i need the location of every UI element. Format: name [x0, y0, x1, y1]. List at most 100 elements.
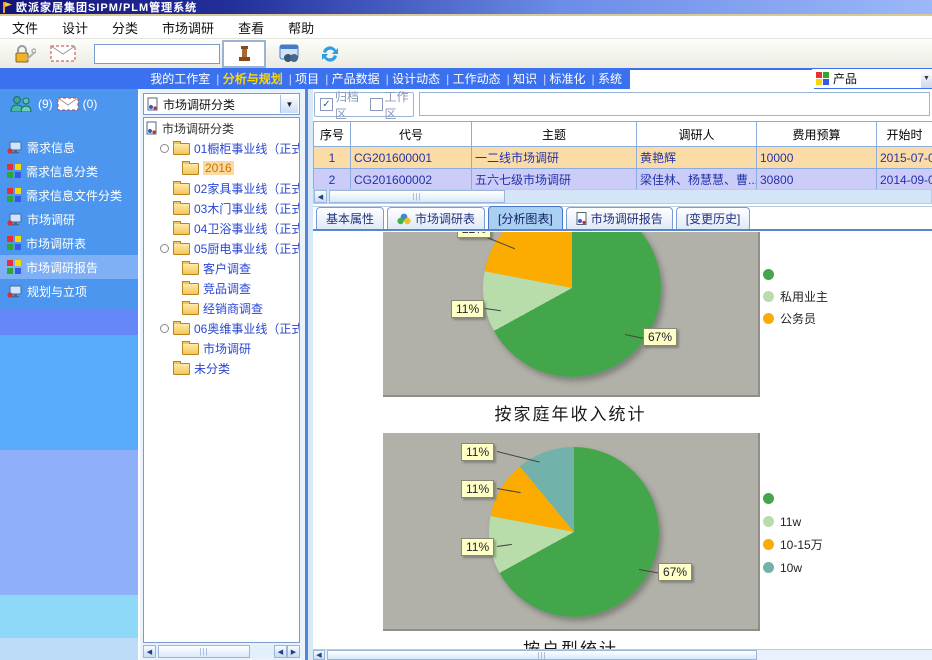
- tree-node-label: 市场调研分类: [162, 120, 234, 137]
- detail-tabs: 基本属性 市场调研表 [分析图表] 市场调研报告 [变更历史]: [313, 206, 932, 231]
- scroll-left-icon[interactable]: ◀: [274, 645, 287, 658]
- chevron-down-icon[interactable]: ▼: [280, 95, 298, 113]
- tree-node[interactable]: 05厨电事业线（正式: [144, 238, 299, 258]
- table-row[interactable]: 2 CG201600002 五六七级市场调研 梁佳林、杨慧慧、曹... 3080…: [314, 169, 932, 191]
- pie-label: 11%: [451, 300, 484, 318]
- nav-knowledge[interactable]: 知识: [504, 70, 540, 87]
- income-pie-chart[interactable]: [483, 232, 661, 377]
- col-budget[interactable]: 费用预算: [757, 122, 877, 147]
- window-search-icon[interactable]: [274, 42, 306, 66]
- sidebar-item-requirement-file-category[interactable]: 需求信息文件分类: [0, 183, 138, 207]
- refresh-icon[interactable]: [314, 42, 346, 66]
- tree-node[interactable]: 03木门事业线（正式: [144, 198, 299, 218]
- tab-analysis-charts[interactable]: [分析图表]: [488, 206, 563, 229]
- col-seq[interactable]: 序号: [314, 122, 351, 147]
- menu-file[interactable]: 文件: [0, 18, 50, 37]
- tree-node[interactable]: 06奥维事业线（正式: [144, 318, 299, 338]
- nav-analysis-planning[interactable]: 分析与规划: [213, 70, 285, 87]
- col-start[interactable]: 开始时: [877, 122, 932, 147]
- nav-work-activity[interactable]: 工作动态: [443, 70, 503, 87]
- message-count: (0): [83, 97, 98, 111]
- tree-expand-handle[interactable]: [160, 244, 169, 253]
- legend-label: 10w: [780, 561, 802, 575]
- lock-key-icon[interactable]: [14, 44, 36, 64]
- sidebar-item-market-research[interactable]: 市场调研: [0, 207, 138, 231]
- scroll-left-icon[interactable]: ◀: [313, 650, 325, 660]
- tab-basic-properties[interactable]: 基本属性: [316, 207, 384, 229]
- sidebar-item-requirement-category[interactable]: 需求信息分类: [0, 159, 138, 183]
- housetype-pie-chart[interactable]: [489, 447, 659, 617]
- scrollbar-thumb[interactable]: |||: [329, 190, 505, 203]
- scrollbar-thumb[interactable]: |||: [158, 645, 250, 658]
- legend-label: 10-15万: [780, 536, 823, 553]
- tree-expand-handle[interactable]: [160, 144, 169, 153]
- tree-node[interactable]: 04卫浴事业线（正式: [144, 218, 299, 238]
- nav-standardization[interactable]: 标准化: [540, 70, 588, 87]
- menu-category[interactable]: 分类: [100, 18, 150, 37]
- users-icon[interactable]: [10, 96, 34, 112]
- seal-stamp-button[interactable]: [222, 40, 266, 68]
- tree-node-label: 06奥维事业线（正式: [194, 320, 300, 337]
- nav-project[interactable]: 项目: [286, 70, 322, 87]
- archive-zone-filter[interactable]: ✓ 归档区: [320, 88, 364, 122]
- sidebar-item-planning[interactable]: 规划与立项: [0, 279, 138, 303]
- cell-subject: 一二线市场调研: [472, 147, 637, 169]
- col-subject[interactable]: 主题: [472, 122, 637, 147]
- toolbar-search-input[interactable]: [94, 44, 220, 64]
- col-researcher[interactable]: 调研人: [637, 122, 757, 147]
- tree-node[interactable]: 客户调查: [144, 258, 299, 278]
- tree-node[interactable]: 经销商调查: [144, 298, 299, 318]
- mail-icon[interactable]: [57, 97, 79, 111]
- category-dropdown[interactable]: 产品: [812, 69, 924, 88]
- tab-label: 市场调研报告: [591, 210, 663, 227]
- tree-node[interactable]: 市场调研: [144, 338, 299, 358]
- tree-node[interactable]: 02家具事业线（正式: [144, 178, 299, 198]
- tree-node[interactable]: 竞品调查: [144, 278, 299, 298]
- tree-category-dropdown[interactable]: 市场调研分类 ▼: [143, 93, 300, 115]
- nav-my-workspace[interactable]: 我的工作室: [147, 70, 213, 87]
- scroll-left-icon[interactable]: ◀: [143, 645, 156, 658]
- housetype-legend: 11w 10-15万 10w: [763, 491, 823, 575]
- tree-node[interactable]: 2016: [144, 158, 299, 178]
- sidebar-item-label: 需求信息: [27, 139, 75, 156]
- menu-market-research[interactable]: 市场调研: [150, 18, 226, 37]
- archive-checkbox[interactable]: ✓: [320, 98, 333, 111]
- sidebar-item-market-research-form[interactable]: 市场调研表: [0, 231, 138, 255]
- nav-product-data[interactable]: 产品数据: [322, 70, 382, 87]
- tree-node[interactable]: 01橱柜事业线（正式: [144, 138, 299, 158]
- menu-view[interactable]: 查看: [226, 18, 276, 37]
- sidebar-item-label: 需求信息分类: [26, 163, 98, 180]
- col-code[interactable]: 代号: [351, 122, 472, 147]
- nav-design-activity[interactable]: 设计动态: [383, 70, 443, 87]
- legend-label: 私用业主: [780, 288, 828, 305]
- mail-icon[interactable]: [50, 45, 76, 62]
- scroll-left-icon[interactable]: ◀: [314, 190, 327, 203]
- tree-node-label: 03木门事业线（正式: [194, 200, 300, 217]
- work-label: 工作区: [385, 88, 414, 122]
- scrollbar-thumb[interactable]: |||: [327, 650, 757, 660]
- menu-design[interactable]: 设计: [50, 18, 100, 37]
- table-horizontal-scrollbar[interactable]: ◀ |||: [313, 189, 932, 204]
- folder-icon: [173, 323, 190, 335]
- table-row[interactable]: 1 CG201600001 一二线市场调研 黄艳辉 10000 2015-07-…: [314, 147, 932, 169]
- tab-market-research-form[interactable]: 市场调研表: [387, 207, 485, 229]
- nav-system[interactable]: 系统: [589, 70, 625, 87]
- scroll-right-icon[interactable]: ▶: [287, 645, 300, 658]
- chart-horizontal-scrollbar[interactable]: ◀ |||: [313, 649, 932, 660]
- work-checkbox[interactable]: [370, 98, 383, 111]
- menu-help[interactable]: 帮助: [276, 18, 326, 37]
- tree-root[interactable]: 市场调研分类: [144, 118, 299, 138]
- legend-item: [763, 267, 828, 282]
- filter-input[interactable]: [419, 92, 930, 116]
- tree-expand-handle[interactable]: [160, 324, 169, 333]
- chevron-down-icon[interactable]: ▼: [921, 69, 932, 88]
- tree-horizontal-scrollbar[interactable]: ◀ ||| ◀ ▶: [143, 645, 300, 658]
- tree-node[interactable]: 未分类: [144, 358, 299, 378]
- cell-subject: 五六七级市场调研: [472, 169, 637, 191]
- nav-search-input[interactable]: [630, 70, 814, 89]
- sidebar-item-market-research-report[interactable]: 市场调研报告: [0, 255, 138, 279]
- sidebar-item-requirement-info[interactable]: 需求信息: [0, 135, 138, 159]
- tab-market-research-report[interactable]: 市场调研报告: [566, 207, 673, 229]
- work-zone-filter[interactable]: 工作区: [370, 88, 414, 122]
- tab-change-history[interactable]: [变更历史]: [676, 207, 751, 229]
